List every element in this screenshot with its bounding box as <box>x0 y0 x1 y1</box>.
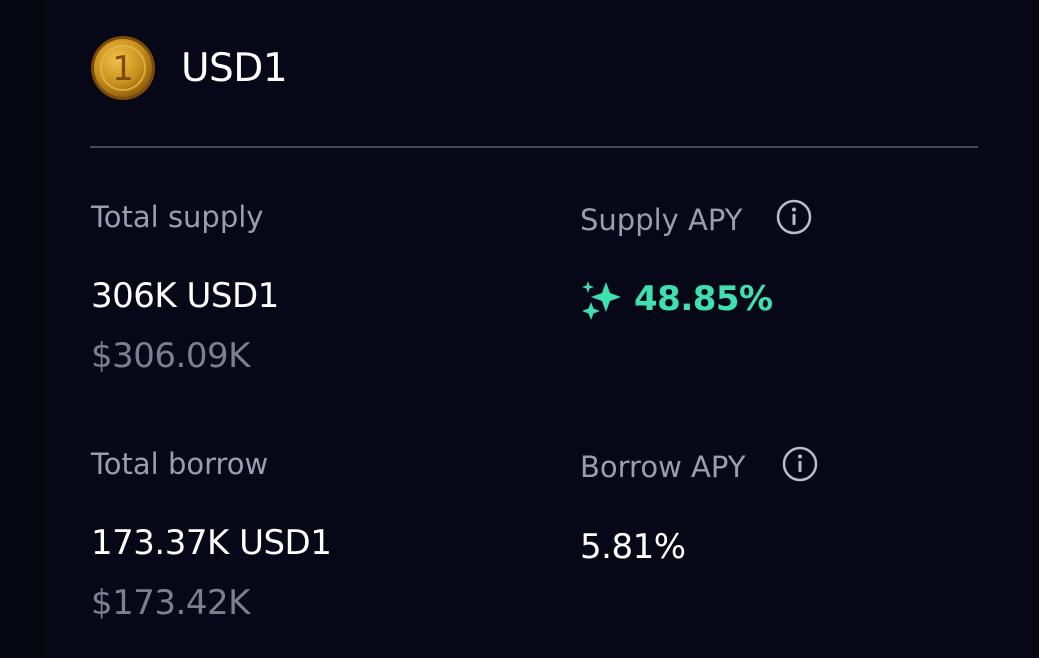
svg-text:1: 1 <box>112 49 134 89</box>
total-supply-amount: 306K USD1 <box>91 276 279 316</box>
borrow-apy-info-icon[interactable] <box>782 446 818 482</box>
total-supply-usd: $306.09K <box>91 336 250 376</box>
total-borrow-amount: 173.37K USD1 <box>91 523 332 563</box>
borrow-apy-value: 5.81% <box>580 527 686 567</box>
borrow-apy-label: Borrow APY <box>580 450 746 484</box>
supply-apy-label: Supply APY <box>580 203 743 237</box>
supply-apy-value: 48.85% <box>634 279 773 319</box>
supply-apy-value-row: 48.85% <box>580 278 773 320</box>
supply-apy-info-icon[interactable] <box>776 199 812 235</box>
total-supply-label: Total supply <box>91 200 264 234</box>
total-borrow-usd: $173.42K <box>91 583 250 623</box>
total-borrow-label: Total borrow <box>91 447 269 481</box>
token-header: 1 USD1 <box>90 34 288 102</box>
usd1-coin-icon: 1 <box>91 36 155 100</box>
header-divider <box>90 146 978 148</box>
token-name: USD1 <box>181 45 288 91</box>
sparkle-icon <box>582 281 621 320</box>
